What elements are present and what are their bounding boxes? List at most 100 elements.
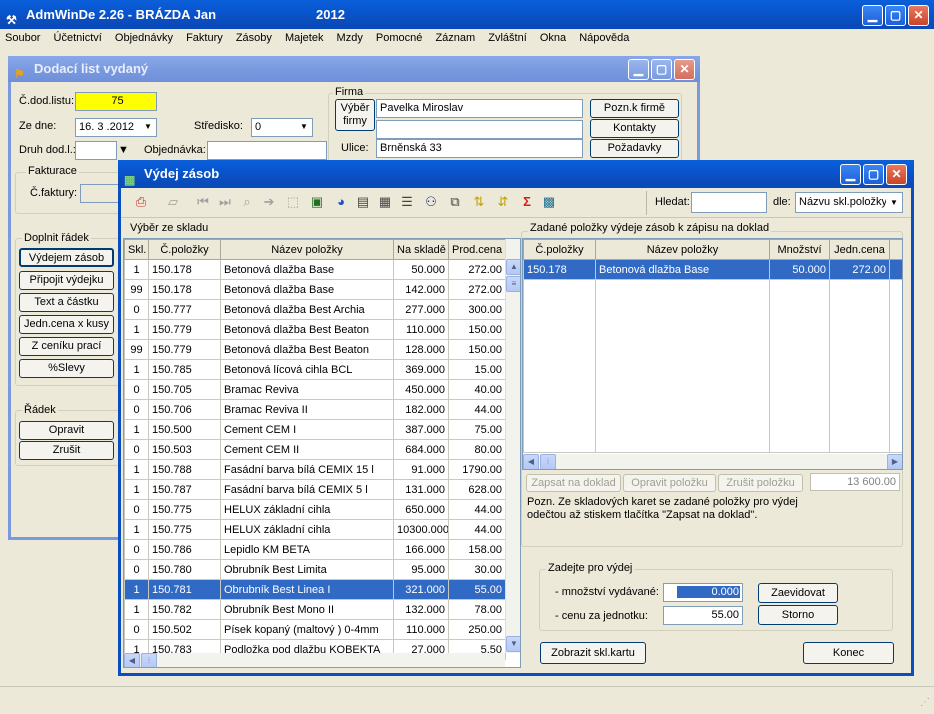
close-button[interactable]: ✕ <box>908 5 929 26</box>
col-nazev[interactable]: Název položky <box>220 239 394 260</box>
mnozstvi-field[interactable]: 0.000 <box>663 583 743 602</box>
menu-objednavky[interactable]: Objednávky <box>110 29 178 44</box>
table-row[interactable]: 0 150.705 Bramac Reviva 450.000 40.00 <box>124 379 506 400</box>
rcol-nazev[interactable]: Název položky <box>595 239 770 260</box>
sum-icon[interactable]: Σ <box>519 194 535 210</box>
zobrazit-sklkartu-button[interactable]: Zobrazit skl.kartu <box>540 642 646 664</box>
storno-button[interactable]: Storno <box>758 605 838 625</box>
vydejem-zasob-button[interactable]: Výdejem zásob <box>19 248 114 267</box>
zrusit-polozku-button[interactable]: Zrušit položku <box>718 474 803 492</box>
druh-dropdown-icon[interactable]: ▼ <box>118 141 133 160</box>
list-icon[interactable]: ☰ <box>399 194 415 210</box>
menu-zvlastni[interactable]: Zvláštní <box>483 29 532 44</box>
open-folder-icon[interactable]: ▱ <box>165 194 181 210</box>
menu-zasoby[interactable]: Zásoby <box>231 29 277 44</box>
search-icon[interactable]: ⌕ <box>239 194 255 210</box>
excel-icon[interactable]: ▣ <box>309 194 325 210</box>
first-record-icon[interactable]: ⏮ <box>195 194 211 210</box>
col-na-sklade[interactable]: Na skladě <box>393 239 449 260</box>
scroll-left-icon[interactable]: ◀ <box>523 454 539 469</box>
col-skl[interactable]: Skl. <box>124 239 149 260</box>
resize-grip-icon[interactable]: ⋰ <box>920 697 930 708</box>
table-row[interactable]: 1 150.178 Betonová dlažba Base 50.000 272.00 <box>124 259 506 280</box>
menu-napoveda[interactable]: Nápověda <box>574 29 634 44</box>
zadane-hscrollbar[interactable]: ◀ ⦙ ▶ <box>523 454 902 469</box>
table-row[interactable]: 0 150.780 Obrubník Best Limita 95.000 30.00 <box>124 559 506 580</box>
vydej-minimize-button[interactable]: ▁ <box>840 164 861 185</box>
menu-faktury[interactable]: Faktury <box>181 29 228 44</box>
vydej-maximize-button[interactable]: ▢ <box>863 164 884 185</box>
z-ceniku-praci-button[interactable]: Z ceníku prací <box>19 337 114 356</box>
sort-asc-icon[interactable]: ⇅ <box>471 194 487 210</box>
text-a-castku-button[interactable]: Text a částku <box>19 293 114 312</box>
konec-button[interactable]: Konec <box>803 642 894 664</box>
scroll-up-icon[interactable]: ▲ <box>506 259 520 275</box>
go-to-icon[interactable]: ➔ <box>261 194 277 210</box>
pripojit-vydejku-button[interactable]: Připojit výdejku <box>19 271 114 290</box>
table-row[interactable]: 0 150.786 Lepidlo KM BETA 166.000 158.00 <box>124 539 506 560</box>
vydej-close-button[interactable]: ✕ <box>886 164 907 185</box>
zaevidovat-button[interactable]: Zaevidovat <box>758 583 838 603</box>
rcol-jedn-cena[interactable]: Jedn.cena <box>829 239 890 260</box>
table-row[interactable]: 1 150.787 Fasádní barva bílá CEMIX 5 l 131.… <box>124 479 506 500</box>
table-row[interactable]: 1 150.775 HELUX základní cihla 10300.000 44.… <box>124 519 506 540</box>
firma-name-field[interactable]: Pavelka Miroslav <box>376 99 583 118</box>
menu-pomocne[interactable]: Pomocné <box>371 29 427 44</box>
pie-chart-icon[interactable]: ◕ <box>333 194 349 210</box>
objednavka-field[interactable] <box>207 141 327 160</box>
chevron-down-icon[interactable]: ▼ <box>140 119 156 136</box>
zapsat-na-doklad-button[interactable]: Zapsat na doklad <box>526 474 621 492</box>
col-cpolozky[interactable]: Č.položky <box>148 239 221 260</box>
vyber-firmy-button[interactable]: Výběr firmy <box>335 99 375 131</box>
minimize-button[interactable]: ▁ <box>862 5 883 26</box>
table-row[interactable]: 1 150.782 Obrubník Best Mono II 132.000 78.0… <box>124 599 506 620</box>
sklad-hscrollbar[interactable]: ◀ ⦙ <box>124 653 505 667</box>
table-row[interactable]: 0 150.777 Betonová dlažba Best Archia 277.0… <box>124 299 506 320</box>
scroll-right-icon[interactable]: ▶ <box>887 454 902 469</box>
cfaktury-field[interactable] <box>80 184 122 203</box>
pozn-firme-button[interactable]: Pozn.k firmě <box>590 99 679 118</box>
table-row[interactable]: 1 150.781 Obrubník Best Linea I 321.000 55.0… <box>124 579 506 600</box>
col-prod-cena[interactable]: Prod.cena <box>448 239 506 260</box>
document-icon[interactable]: ▤ <box>355 194 371 210</box>
table-row[interactable]: 0 150.502 Písek kopaný (maltový ) 0-4mm 110… <box>124 619 506 640</box>
chevron-down-icon[interactable]: ▼ <box>296 119 312 136</box>
calculator-icon[interactable]: ▩ <box>541 194 557 210</box>
binoculars-icon[interactable]: ⚇ <box>423 194 439 210</box>
menu-majetek[interactable]: Majetek <box>280 29 329 44</box>
table-row[interactable]: 150.178 Betonová dlažba Base 50.000 272.… <box>523 258 902 281</box>
hscroll-thumb[interactable]: ⦙ <box>540 454 556 469</box>
dodaci-minimize-button[interactable]: ▁ <box>628 59 649 80</box>
opravit-polozku-button[interactable]: Opravit položku <box>623 474 716 492</box>
menu-mzdy[interactable]: Mzdy <box>332 29 368 44</box>
pozadavky-button[interactable]: Požadavky <box>590 139 679 158</box>
scroll-down-icon[interactable]: ▼ <box>506 636 520 652</box>
table-row[interactable]: 0 150.503 Cement CEM II 684.000 80.00 <box>124 439 506 460</box>
select-icon[interactable]: ⬚ <box>285 194 301 210</box>
table-row[interactable]: 99 150.779 Betonová dlažba Best Beaton 128.… <box>124 339 506 360</box>
table-icon[interactable]: ▦ <box>377 194 393 210</box>
menu-soubor[interactable]: Soubor <box>0 29 45 44</box>
table-row[interactable]: 0 150.775 HELUX základní cihla 650.000 44.00 <box>124 499 506 520</box>
copy-icon[interactable]: ⧉ <box>447 194 463 210</box>
rcol-cpolozky[interactable]: Č.položky <box>523 239 596 260</box>
maximize-button[interactable]: ▢ <box>885 5 906 26</box>
dle-select[interactable]: Názvu skl.položky ▼ <box>795 192 903 213</box>
hscroll-thumb[interactable]: ⦙ <box>141 653 157 667</box>
kontakty-button[interactable]: Kontakty <box>590 119 679 138</box>
menu-zaznam[interactable]: Záznam <box>430 29 480 44</box>
table-row[interactable]: 99 150.178 Betonová dlažba Base 142.000 272.… <box>124 279 506 300</box>
scroll-thumb[interactable]: ≡ <box>506 276 520 292</box>
table-row[interactable]: 1 150.788 Fasádní barva bílá CEMIX 15 l 91.… <box>124 459 506 480</box>
cdod-field[interactable]: 75 <box>75 92 157 111</box>
cena-field[interactable]: 55.00 <box>663 606 743 625</box>
scroll-left-icon[interactable]: ◀ <box>124 653 140 667</box>
slevy-button[interactable]: %Slevy <box>19 359 114 378</box>
jedn-cena-button[interactable]: Jedn.cena x kusy <box>19 315 114 334</box>
table-row[interactable]: 0 150.706 Bramac Reviva II 182.000 44.00 <box>124 399 506 420</box>
table-row[interactable]: 1 150.785 Betonová lícová cihla BCL 369.000… <box>124 359 506 380</box>
print-icon[interactable]: ⎙ <box>133 194 149 210</box>
stredisko-select[interactable]: 0 ▼ <box>251 118 313 137</box>
zrusit-button[interactable]: Zrušit <box>19 441 114 460</box>
last-record-icon[interactable]: ⏭ <box>217 194 233 210</box>
